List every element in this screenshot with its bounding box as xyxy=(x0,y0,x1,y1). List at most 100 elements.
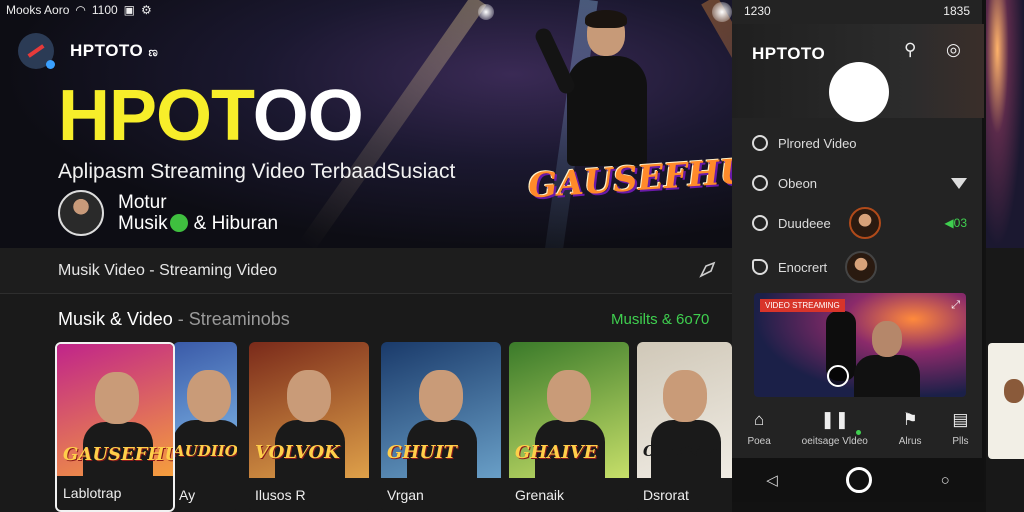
card-figure-head xyxy=(95,372,139,424)
card-figure-head xyxy=(663,370,707,422)
nav-item-playlist[interactable]: ▤ Plls xyxy=(952,404,968,456)
menu-item-duudeee[interactable]: Duudeee ◀03 xyxy=(752,207,967,239)
menu-item-badge: ◀03 xyxy=(944,216,967,230)
play-button[interactable] xyxy=(827,365,849,387)
home-button[interactable] xyxy=(846,467,873,493)
video-player[interactable]: VIDEO STREAMING ⤢ xyxy=(754,293,966,397)
performer-hair xyxy=(585,10,627,28)
green-dot-icon xyxy=(169,214,188,232)
status-carrier: Mooks Aoro xyxy=(6,3,70,17)
card-caption: Grenaik xyxy=(509,478,629,512)
app-name-text: HPTOTO xyxy=(70,41,144,60)
artist-thumbnail xyxy=(848,207,881,239)
performer-body xyxy=(567,56,647,166)
card-caption: Ay xyxy=(173,478,237,512)
app-header: HPTOTO ಣ xyxy=(18,33,158,69)
card-poster-title: GAUSEFHUR xyxy=(63,444,173,465)
clock-icon xyxy=(752,175,768,191)
menu-item-featured[interactable]: Plrored Video xyxy=(752,130,967,156)
nav-label: Alrus xyxy=(898,436,922,447)
card-poster-title: GHUIT xyxy=(387,442,457,463)
nav-label: Plls xyxy=(952,436,969,447)
app-logo[interactable] xyxy=(18,33,55,69)
genre-line-2: Musik xyxy=(118,213,168,234)
app-name: HPTOTO ಣ xyxy=(70,41,158,61)
video-card[interactable]: OHBEAR Dsrorat xyxy=(637,342,732,512)
brand-title-yellow: HPOT xyxy=(58,76,254,156)
expand-icon[interactable]: ⤢ xyxy=(951,299,960,312)
section-link[interactable]: Musilts & 6o70 xyxy=(611,311,709,328)
gallery-icon: ▣ xyxy=(123,3,136,17)
bookmark-icon: ⚑ xyxy=(902,410,918,429)
hero-banner: Mooks Aoro ◠ 1100 ▣ ⚙ HPTOTO ಣ HPOTOO Ap… xyxy=(0,0,732,248)
phone-status-time: 1230 xyxy=(744,4,771,18)
playlist-icon: ▤ xyxy=(952,410,969,429)
genre-row: Motur Musik & Hiburan xyxy=(58,190,278,236)
video-card[interactable]: AUDIIO Ay xyxy=(173,342,237,512)
card-caption: Vrgan xyxy=(381,478,501,512)
profile-icon[interactable]: ◎ xyxy=(946,40,966,60)
adjacent-hero xyxy=(986,0,1024,248)
home-icon: ⌂ xyxy=(753,410,765,429)
online-dot xyxy=(46,60,55,69)
status-bar: Mooks Aoro ◠ 1100 ▣ ⚙ xyxy=(6,3,152,17)
adjacent-card-figure xyxy=(1004,379,1024,403)
video-figure xyxy=(854,355,920,397)
chevron-down-icon[interactable] xyxy=(951,177,967,189)
settings-icon: ⚙ xyxy=(141,3,152,17)
menu-item-label: Enocrert xyxy=(778,259,828,275)
video-card[interactable]: VOLVOK Ilusos R xyxy=(249,342,369,512)
recents-icon[interactable]: ○ xyxy=(941,472,950,489)
nav-item-albums[interactable]: ⚑ Alrus xyxy=(899,404,922,456)
section-title-suffix: - Streaminobs xyxy=(177,309,290,329)
card-poster-title: AUDIIO xyxy=(173,442,237,460)
video-figure-head xyxy=(872,321,902,357)
card-figure-head xyxy=(287,370,331,422)
avatar[interactable] xyxy=(58,190,104,236)
genre-line-1: Motur xyxy=(118,192,167,213)
nav-label: Poea xyxy=(747,436,771,447)
menu-item-obeon[interactable]: Obeon xyxy=(752,170,967,196)
artist-thumbnail xyxy=(845,251,878,283)
card-caption: Lablotrap xyxy=(57,476,173,510)
search-icon[interactable]: ⚲ xyxy=(904,40,924,60)
avatar-placeholder[interactable] xyxy=(829,62,889,122)
wifi-icon: ◠ xyxy=(75,3,86,17)
video-card[interactable]: GAUSEFHUR Lablotrap xyxy=(55,342,175,512)
phone-panel: 1230 1835 HPTOTO ⚲ ◎ Plrored Video Obeon… xyxy=(732,0,984,502)
share-icon[interactable] xyxy=(698,260,718,280)
chat-icon xyxy=(752,259,768,275)
search-icon xyxy=(752,135,768,151)
brand-title: HPOTOO xyxy=(58,80,364,152)
card-figure-head xyxy=(187,370,231,422)
status-time: 1100 xyxy=(91,3,118,17)
active-indicator xyxy=(856,430,861,435)
stage-light xyxy=(478,4,494,20)
section-title: Musik & Video - Streaminobs xyxy=(58,309,290,330)
video-card[interactable]: GHAIVE Grenaik xyxy=(509,342,629,512)
card-figure-head xyxy=(547,370,591,422)
menu-item-concert[interactable]: Enocrert xyxy=(752,251,967,283)
play-icon xyxy=(752,215,768,231)
performer-arm xyxy=(532,25,578,97)
menu-item-label: Duudeee xyxy=(778,215,831,231)
main-screen: Mooks Aoro ◠ 1100 ▣ ⚙ HPTOTO ಣ HPOTOO Ap… xyxy=(0,0,732,512)
hero-tagline: Aplipasm Streaming Video TerbaadSusiact xyxy=(58,160,456,183)
card-figure-head xyxy=(419,370,463,422)
genre-line-3: & Hiburan xyxy=(193,213,279,234)
genre-text: Motur Musik & Hiburan xyxy=(118,192,278,234)
brand-title-white: OO xyxy=(252,76,364,156)
card-poster-title: VOLVOK xyxy=(255,442,340,463)
menu-item-label: Plrored Video xyxy=(778,135,857,151)
adjacent-card[interactable] xyxy=(988,343,1024,459)
stage-light xyxy=(712,2,732,22)
video-card[interactable]: GHUIT Vrgan xyxy=(381,342,501,512)
sub-bar: Musik Video - Streaming Video xyxy=(0,248,732,294)
back-icon[interactable]: ◁ xyxy=(766,471,778,489)
nav-item-home[interactable]: ⌂ Poea xyxy=(747,404,770,456)
app-name-suffix: ಣ xyxy=(148,44,159,59)
pause-icon: ❚❚ xyxy=(820,410,850,429)
adjacent-screen xyxy=(986,0,1024,512)
menu-item-label: Obeon xyxy=(778,175,818,191)
video-tag: VIDEO STREAMING xyxy=(760,299,845,312)
